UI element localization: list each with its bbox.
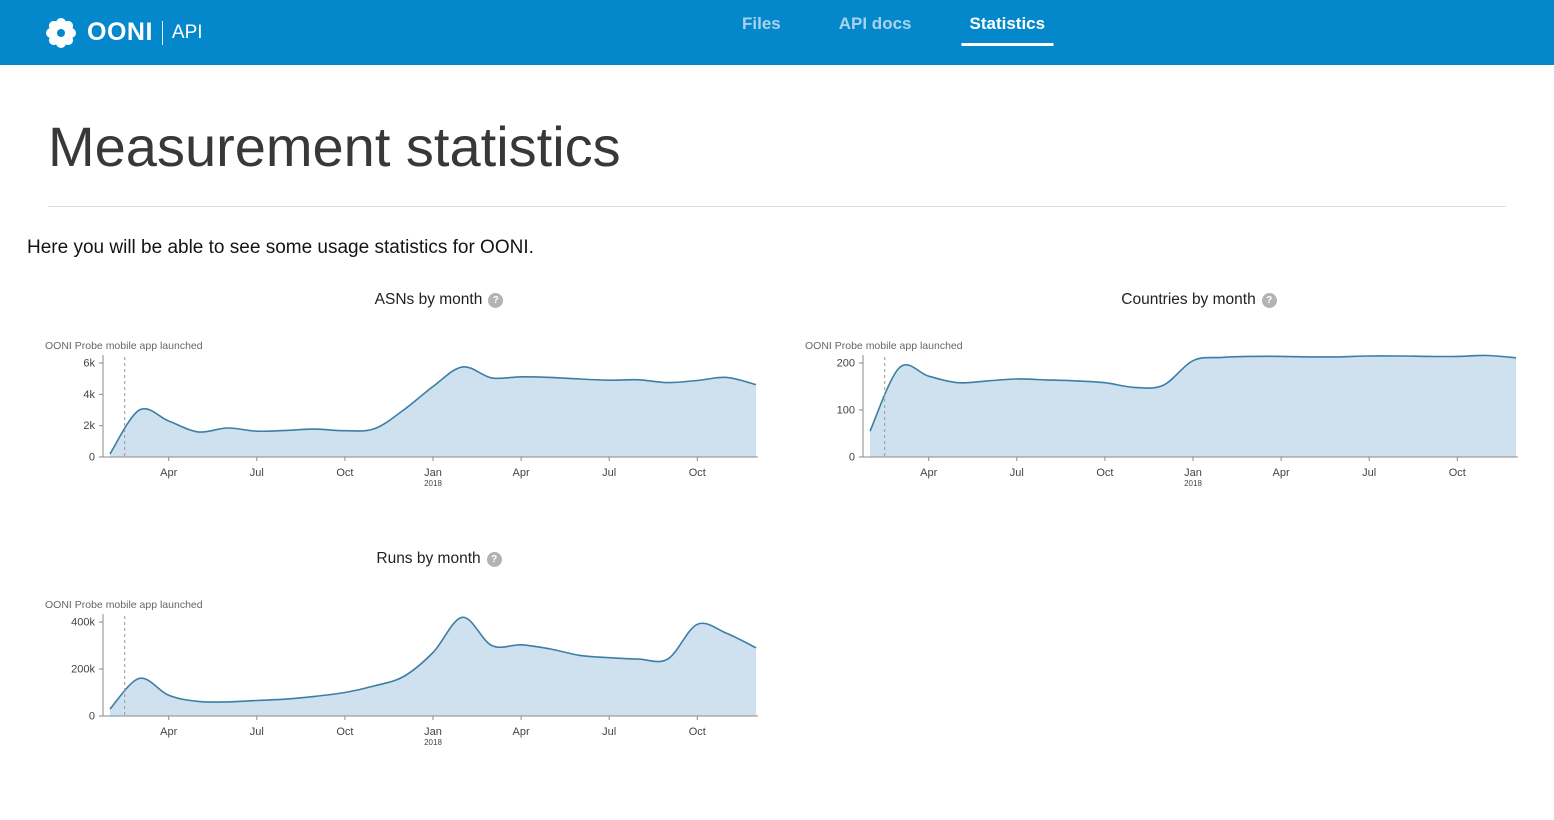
brand-name: OONI <box>87 18 153 47</box>
svg-text:Apr: Apr <box>920 467 937 479</box>
brand-link[interactable]: OONI API <box>45 17 203 49</box>
runs-chart-title: Runs by month? <box>45 550 775 570</box>
svg-text:Jul: Jul <box>1010 467 1024 479</box>
main-content: Measurement statistics Here you will be … <box>0 113 1554 764</box>
asns-chart-canvas: OONI Probe mobile app launched 0 2k 4k 6k Apr… <box>45 337 775 505</box>
asns-chart-title: ASNs by month? <box>45 291 775 311</box>
title-divider <box>48 206 1506 207</box>
svg-text:Apr: Apr <box>160 726 177 738</box>
svg-text:2018: 2018 <box>424 738 442 747</box>
svg-text:Jan: Jan <box>424 726 442 738</box>
intro-text: Here you will be able to see some usage … <box>27 237 1554 259</box>
svg-text:Jul: Jul <box>602 726 616 738</box>
svg-text:Oct: Oct <box>1449 467 1466 479</box>
svg-text:Oct: Oct <box>336 467 353 479</box>
svg-text:Jul: Jul <box>1362 467 1376 479</box>
nav-api-docs[interactable]: API docs <box>831 14 920 46</box>
svg-text:Apr: Apr <box>160 467 177 479</box>
brand-divider <box>162 21 163 45</box>
svg-text:Jan: Jan <box>424 467 442 479</box>
page-title: Measurement statistics <box>48 113 1506 180</box>
svg-text:Jul: Jul <box>250 726 264 738</box>
svg-text:Jan: Jan <box>1184 467 1202 479</box>
countries-chart-title-text: Countries by month <box>1121 291 1255 308</box>
svg-text:Oct: Oct <box>689 726 706 738</box>
runs-chart-title-text: Runs by month <box>376 550 480 567</box>
svg-text:0: 0 <box>849 452 855 464</box>
svg-text:2018: 2018 <box>1184 479 1202 488</box>
help-icon[interactable]: ? <box>487 552 502 567</box>
help-icon[interactable]: ? <box>488 293 503 308</box>
svg-text:2k: 2k <box>83 420 95 432</box>
svg-text:4k: 4k <box>83 389 95 401</box>
svg-text:Oct: Oct <box>689 467 706 479</box>
brand-suffix: API <box>172 22 203 44</box>
countries-chart-title: Countries by month? <box>805 291 1535 311</box>
svg-text:OONI Probe mobile app launched: OONI Probe mobile app launched <box>45 340 203 352</box>
svg-text:OONI Probe mobile app launched: OONI Probe mobile app launched <box>805 340 963 352</box>
svg-text:0: 0 <box>89 452 95 464</box>
nav-statistics[interactable]: Statistics <box>962 14 1054 46</box>
svg-text:0: 0 <box>89 711 95 723</box>
svg-text:Jul: Jul <box>250 467 264 479</box>
svg-text:200: 200 <box>837 358 855 370</box>
svg-text:Apr: Apr <box>513 726 530 738</box>
runs-chart: Runs by month? OONI Probe mobile app lau… <box>45 550 775 764</box>
nav-files[interactable]: Files <box>734 14 789 46</box>
help-icon[interactable]: ? <box>1262 293 1277 308</box>
svg-text:Oct: Oct <box>1096 467 1113 479</box>
svg-text:200k: 200k <box>71 664 95 676</box>
svg-text:6k: 6k <box>83 358 95 370</box>
countries-chart-canvas: OONI Probe mobile app launched 0 100 200 Apr… <box>805 337 1535 505</box>
countries-chart: Countries by month? OONI Probe mobile ap… <box>805 291 1535 505</box>
chart-svg: OONI Probe mobile app launched 0 100 200 Apr… <box>805 337 1535 505</box>
svg-text:100: 100 <box>837 405 855 417</box>
svg-text:Apr: Apr <box>1273 467 1290 479</box>
svg-text:Oct: Oct <box>336 726 353 738</box>
ooni-logo-icon <box>45 17 77 49</box>
main-nav: Files API docs Statistics <box>734 14 1053 46</box>
svg-text:OONI Probe mobile app launched: OONI Probe mobile app launched <box>45 599 203 611</box>
asns-chart: ASNs by month? OONI Probe mobile app lau… <box>45 291 775 505</box>
svg-text:Jul: Jul <box>602 467 616 479</box>
svg-text:2018: 2018 <box>424 479 442 488</box>
chart-svg: OONI Probe mobile app launched 0 200k 400k A… <box>45 596 775 764</box>
chart-svg: OONI Probe mobile app launched 0 2k 4k 6k Apr… <box>45 337 775 505</box>
svg-text:400k: 400k <box>71 617 95 629</box>
charts-grid: ASNs by month? OONI Probe mobile app lau… <box>45 291 1554 764</box>
navbar: OONI API Files API docs Statistics <box>0 0 1554 65</box>
svg-text:Apr: Apr <box>513 467 530 479</box>
asns-chart-title-text: ASNs by month <box>375 291 483 308</box>
runs-chart-canvas: OONI Probe mobile app launched 0 200k 400k A… <box>45 596 775 764</box>
